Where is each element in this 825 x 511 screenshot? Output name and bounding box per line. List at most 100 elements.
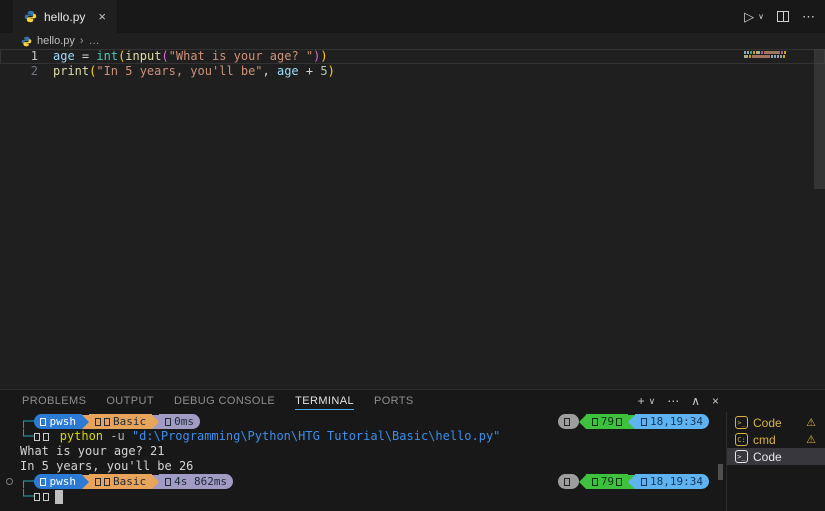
right-prompt-badges: 79 18,19:34: [558, 414, 709, 429]
prompt-badge-folder: Basic: [89, 474, 152, 489]
terminal-text-row: └─ python -u "d:\Programming\Python\HTG …: [20, 429, 717, 444]
stopwatch-icon: [165, 418, 171, 426]
close-panel-icon[interactable]: ×: [712, 394, 719, 408]
minimap-segment: [774, 55, 776, 58]
prompt-badge-status: [558, 414, 579, 429]
panel-tab-debug-console[interactable]: DEBUG CONSOLE: [174, 392, 275, 410]
powerline-separator: [152, 415, 159, 429]
cmd-icon: C:: [735, 433, 748, 446]
python-icon: [21, 36, 32, 47]
editor-more-actions-icon[interactable]: ⋯: [802, 9, 815, 25]
powerline-separator: [628, 475, 635, 489]
minimap-segment: [783, 55, 785, 58]
editor-lines: 1age = int(input("What is your age? "))2…: [0, 49, 825, 79]
breadcrumb-separator: ›: [80, 35, 84, 47]
terminal-text-row: In 5 years, you'll be 26: [20, 459, 717, 474]
run-dropdown-chevron-icon[interactable]: ∨: [758, 12, 764, 21]
breadcrumb-more[interactable]: …: [89, 35, 100, 47]
token: ┌─: [20, 474, 34, 489]
panel-header: PROBLEMS OUTPUT DEBUG CONSOLE TERMINAL PORTS…: [0, 390, 825, 412]
code-editor[interactable]: 1age = int(input("What is your age? "))2…: [0, 49, 825, 389]
minimap-segment: [747, 51, 749, 54]
terminal-text-row: What is your age? 21: [20, 444, 717, 459]
minimap-segment: [749, 55, 751, 58]
panel-actions: + ∨ ⋯ ∧ ×: [638, 390, 719, 412]
code-line[interactable]: 1age = int(input("What is your age? ")): [0, 49, 825, 64]
tab-close-icon[interactable]: ×: [98, 9, 106, 24]
minimap-segment: [784, 51, 786, 54]
minimap-line: [744, 51, 802, 54]
breadcrumb[interactable]: hello.py › …: [0, 33, 825, 49]
prompt-badge-clock: 18,19:34: [635, 414, 709, 429]
panel-tabs: PROBLEMS OUTPUT DEBUG CONSOLE TERMINAL PORTS: [0, 392, 414, 410]
new-terminal-icon[interactable]: +: [638, 394, 645, 408]
powerline-separator: [579, 475, 586, 489]
terminal-cursor: [55, 490, 63, 504]
editor-actions: ▷ ∨ ⋯: [744, 0, 815, 33]
breadcrumb-file[interactable]: hello.py: [37, 35, 75, 47]
line-number: 2: [0, 64, 38, 79]
token: =: [75, 49, 97, 63]
left-prompt-badges: pwsh Basic 4s 862ms: [34, 474, 233, 489]
badge-label: 79: [601, 414, 614, 429]
battery-icon: [616, 478, 622, 486]
minimap-segment: [752, 55, 770, 58]
tab-label: hello.py: [44, 10, 85, 24]
python-icon: [24, 10, 37, 23]
terminal-view[interactable]: ┌─pwshBasic0ms7918,19:34└─ python -u "d:…: [0, 412, 717, 511]
minimap-segment: [781, 51, 783, 54]
minimap-segment: [744, 55, 748, 58]
token: +: [299, 64, 321, 78]
terminal-list-item-code[interactable]: >_Code⚠: [727, 414, 825, 431]
powerline-separator: [82, 415, 89, 429]
panel-tab-terminal[interactable]: TERMINAL: [295, 392, 354, 410]
prompt-badge-duration: 4s 862ms: [159, 474, 233, 489]
maximize-panel-icon[interactable]: ∧: [691, 394, 700, 408]
code-line[interactable]: 2print("In 5 years, you'll be", age + 5): [0, 64, 825, 79]
badge-label: 0ms: [174, 414, 194, 429]
badge-label: Basic: [113, 414, 146, 429]
terminal-icon: >_: [735, 450, 748, 463]
stopwatch-icon: [165, 478, 171, 486]
split-editor-icon[interactable]: [777, 11, 789, 22]
folder-icon: [104, 418, 110, 426]
badge-label: pwsh: [49, 414, 76, 429]
terminal-launch-dropdown-icon[interactable]: ∨: [649, 396, 656, 407]
prompt-badge-duration: 0ms: [159, 414, 200, 429]
shell-icon: [40, 478, 46, 486]
command-decoration-icon[interactable]: [6, 478, 13, 485]
badge-label: Basic: [113, 474, 146, 489]
minimap-segment: [744, 51, 746, 54]
badge-label: 18,19:34: [650, 474, 703, 489]
terminal-list-item-code[interactable]: >_Code: [727, 448, 825, 465]
badge-label: 18,19:34: [650, 414, 703, 429]
terminal-list-label: Code: [753, 416, 782, 430]
minimap-segment: [771, 55, 773, 58]
badge-label: 79: [601, 474, 614, 489]
glyph-box-icon: [43, 433, 49, 441]
prompt-badge-clock: 18,19:34: [635, 474, 709, 489]
warning-icon: ⚠: [806, 416, 816, 429]
badge-label: 4s 862ms: [174, 474, 227, 489]
editor-tab-bar: hello.py × ▷ ∨ ⋯: [0, 0, 825, 33]
terminal-list-item-cmd[interactable]: C:cmd⚠: [727, 431, 825, 448]
terminal-scrollbar[interactable]: [718, 464, 723, 480]
panel-tab-ports[interactable]: PORTS: [374, 392, 414, 410]
terminal-tabs-list: >_Code⚠C:cmd⚠>_Code: [726, 412, 825, 511]
panel-tab-problems[interactable]: PROBLEMS: [22, 392, 86, 410]
editor-tab-hello-py[interactable]: hello.py ×: [13, 0, 117, 33]
editor-scrollbar[interactable]: [814, 49, 825, 189]
token: age: [277, 64, 299, 78]
prompt-badge-shell: pwsh: [34, 474, 82, 489]
folder-icon: [104, 478, 110, 486]
terminal-text-row: └─: [20, 489, 717, 504]
token: In 5 years, you'll be 26: [20, 459, 193, 474]
run-python-file-icon[interactable]: ▷: [744, 9, 754, 25]
minimap[interactable]: [744, 51, 802, 59]
token: python: [60, 429, 103, 444]
folder-icon: [95, 478, 101, 486]
token: [52, 429, 59, 444]
line-number: 1: [0, 49, 38, 64]
panel-more-actions-icon[interactable]: ⋯: [667, 394, 679, 408]
panel-tab-output[interactable]: OUTPUT: [106, 392, 154, 410]
